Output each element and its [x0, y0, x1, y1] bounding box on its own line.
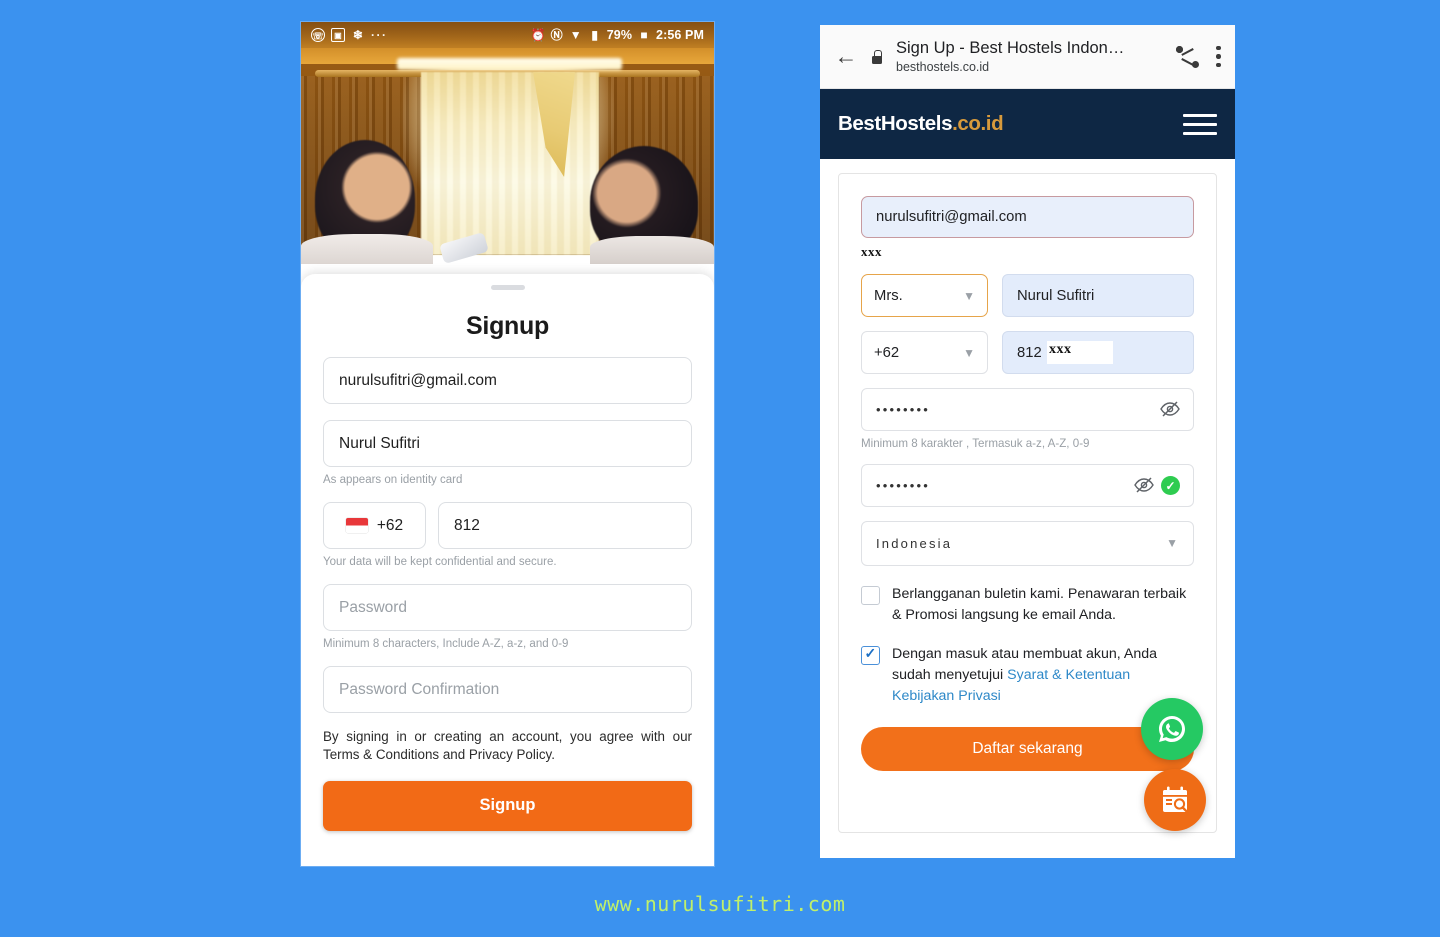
email-input[interactable]: nurulsufitri@gmail.com: [323, 357, 692, 404]
title-select[interactable]: Mrs. ▼: [861, 274, 988, 317]
newsletter-checkbox[interactable]: [861, 586, 880, 605]
signup-bottom-sheet: Signup nurulsufitri@gmail.com Nurul Sufi…: [301, 274, 714, 866]
title-name-row: Mrs. ▼ Nurul Sufitri: [861, 274, 1194, 317]
left-phone-screenshot: ☏ ▣ ❄ ··· ⏰ Ⓝ ▼ ▮ 79% ■ 2:56 PM Signup n…: [301, 22, 714, 866]
password-input[interactable]: ••••••••: [861, 388, 1194, 431]
lock-icon: [870, 49, 884, 64]
password-valid-check-icon: ✓: [1161, 476, 1180, 495]
site-logo[interactable]: BestHostels.co.id: [838, 112, 1004, 136]
country-select[interactable]: Indonesia: [861, 521, 1194, 566]
terms-label: Dengan masuk atau membuat akun, Anda sud…: [892, 644, 1194, 707]
email-error-redaction: xxx: [861, 244, 882, 259]
signal-icon: ▮: [591, 28, 599, 42]
ceiling-light: [397, 58, 622, 70]
status-bar-left-icons: ☏ ▣ ❄ ···: [311, 28, 531, 42]
page-host-label: besthostels.co.id: [896, 59, 990, 74]
privacy-policy-link[interactable]: Kebijakan Privasi: [892, 688, 1001, 704]
logo-main-text: BestHostels: [838, 112, 953, 135]
battery-icon: ■: [640, 28, 648, 42]
battery-percent-label: 79%: [606, 28, 633, 42]
toggle-password-visibility-icon[interactable]: [1160, 400, 1180, 418]
password-confirm-field-wrap: •••••••• ✓: [861, 464, 1194, 507]
phone-hint: Your data will be kept confidential and …: [323, 556, 557, 568]
snowflake-icon: ❄: [352, 28, 364, 42]
country-code-select[interactable]: +62 ▼: [861, 331, 988, 374]
whatsapp-icon: [1159, 716, 1185, 742]
country-code-label: +62: [376, 516, 404, 534]
page-title: Signup: [466, 312, 549, 340]
watermark: www.nurulsufitri.com: [594, 892, 846, 916]
calendar-search-icon: [1163, 786, 1188, 812]
more-dots-icon: ···: [371, 28, 388, 42]
person-right-body: [590, 236, 714, 264]
share-icon[interactable]: [1176, 45, 1200, 68]
back-arrow-icon[interactable]: ←: [834, 43, 858, 70]
overflow-menu-icon[interactable]: [1216, 45, 1221, 68]
bluetooth-icon: Ⓝ: [550, 28, 563, 42]
person-left-body: [301, 234, 433, 264]
alarm-icon: ⏰: [530, 28, 546, 42]
terms-conditions-link[interactable]: Syarat & Ketentuan: [1007, 667, 1130, 683]
fullname-input[interactable]: Nurul Sufitri: [323, 420, 692, 467]
phone-number-input[interactable]: 812: [438, 502, 692, 549]
country-code-select[interactable]: +62: [323, 502, 426, 549]
phone-redaction-mask: xxx: [1047, 341, 1113, 364]
indonesia-flag-icon: [345, 518, 368, 533]
newsletter-checkbox-row[interactable]: Berlangganan buletin kami. Penawaran ter…: [861, 584, 1194, 626]
toggle-password-confirm-visibility-icon[interactable]: [1134, 476, 1154, 494]
phone-row: +62 ▼ 812 xxx: [861, 331, 1194, 374]
phone-redaction-text: xxx: [1049, 342, 1072, 357]
clock-label: 2:56 PM: [656, 28, 704, 42]
site-header: BestHostels.co.id: [820, 89, 1235, 159]
chevron-down-icon: ▼: [963, 345, 975, 360]
country-field-wrap: Indonesia ▼: [861, 521, 1194, 566]
terms-checkbox-row[interactable]: Dengan masuk atau membuat akun, Anda sud…: [861, 644, 1194, 707]
curtain: [421, 72, 599, 255]
password-input[interactable]: Password: [323, 584, 692, 631]
terms-checkbox[interactable]: [861, 645, 880, 666]
wifi-icon: ▼: [569, 28, 582, 42]
email-input[interactable]: nurulsufitri@gmail.com: [861, 196, 1194, 238]
screenshot-stage: ☏ ▣ ❄ ··· ⏰ Ⓝ ▼ ▮ 79% ■ 2:56 PM Signup n…: [0, 0, 1440, 937]
page-title-label: Sign Up - Best Hostels Indon…: [896, 39, 1125, 58]
phone-prefix-value: 812: [1017, 344, 1042, 361]
android-status-bar: ☏ ▣ ❄ ··· ⏰ Ⓝ ▼ ▮ 79% ■ 2:56 PM: [301, 22, 714, 48]
password-hint: Minimum 8 karakter , Termasuk a-z, A-Z, …: [861, 437, 1090, 450]
title-select-value: Mrs.: [874, 287, 903, 304]
hero-photo: [301, 22, 714, 264]
country-code-value: +62: [874, 344, 900, 361]
logo-suffix-text: .co.id: [952, 112, 1004, 135]
signup-button[interactable]: Signup: [323, 780, 692, 831]
terms-text: By signing in or creating an account, yo…: [323, 729, 692, 762]
chevron-down-icon: ▼: [963, 288, 975, 303]
chevron-down-icon: ▼: [1166, 536, 1178, 550]
password-hint: Minimum 8 characters, Include A-Z, a-z, …: [323, 638, 569, 650]
password-field-wrap: ••••••••: [861, 388, 1194, 431]
status-bar-right-icons: ⏰ Ⓝ ▼ ▮ 79% ■ 2:56 PM: [531, 28, 704, 42]
browser-toolbar: ← Sign Up - Best Hostels Indon… besthost…: [820, 25, 1235, 89]
phone-row: +62 812: [323, 502, 692, 549]
fullname-hint: As appears on identity card: [323, 474, 463, 486]
sheet-grabber-handle[interactable]: [490, 285, 525, 290]
whatsapp-icon: ☏: [311, 28, 325, 42]
password-confirm-input[interactable]: Password Confirmation: [323, 666, 692, 713]
whatsapp-fab[interactable]: [1141, 698, 1203, 760]
fullname-input[interactable]: Nurul Sufitri: [1002, 274, 1194, 317]
phone-number-input[interactable]: 812 xxx: [1002, 331, 1194, 374]
hamburger-menu-icon[interactable]: [1183, 113, 1217, 135]
calendar-search-fab[interactable]: [1144, 769, 1206, 831]
image-icon: ▣: [331, 28, 345, 42]
omnibox[interactable]: Sign Up - Best Hostels Indon… besthostel…: [896, 39, 1164, 74]
newsletter-label: Berlangganan buletin kami. Penawaran ter…: [892, 586, 1187, 624]
